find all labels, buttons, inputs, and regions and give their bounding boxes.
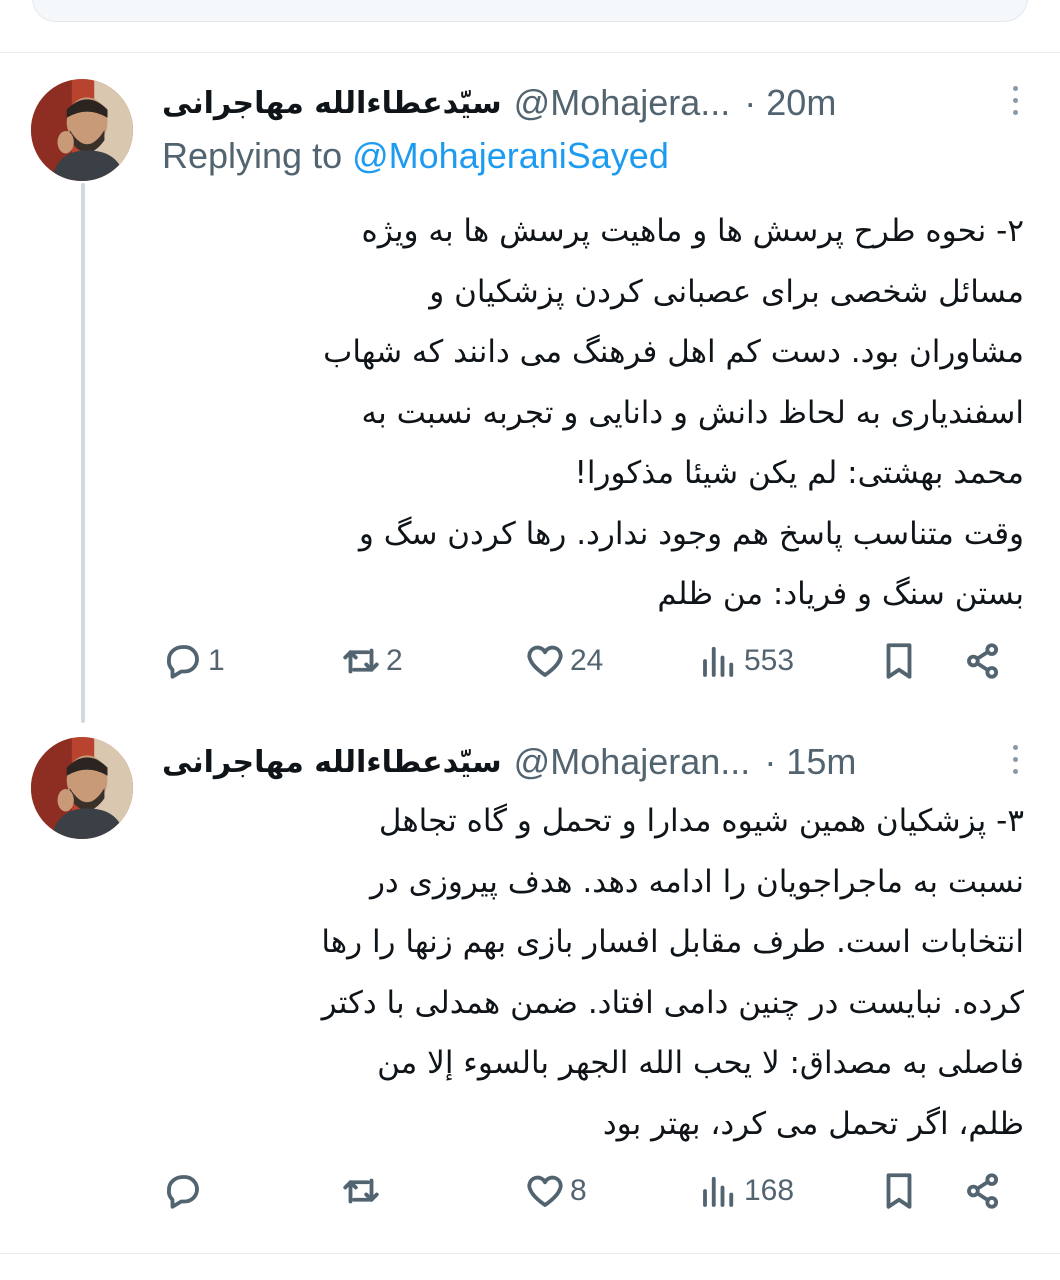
previous-tweet-card	[32, 0, 1028, 22]
heart-icon	[527, 1175, 563, 1207]
bookmark-icon	[886, 643, 912, 679]
avatar[interactable]	[31, 737, 133, 839]
tweet[interactable]: سیّدعطاءالله مهاجرانی @Mohajeran... · 15…	[0, 723, 1060, 1253]
author-name[interactable]: سیّدعطاءالله مهاجرانی	[162, 86, 502, 121]
tweet-text-line: فاصلی به مصداق: لا یحب الله الجهر بالسوء…	[377, 1045, 1024, 1081]
author-handle[interactable]: @Mohajeran...	[514, 741, 751, 783]
more-icon[interactable]	[1010, 86, 1020, 120]
tweet-actions: 8 168	[162, 1168, 1020, 1214]
tweet-actions: 1 2 24 553	[162, 638, 1020, 684]
tweet-header: سیّدعطاءالله مهاجرانی @Mohajera... · 20m	[162, 78, 1030, 128]
author-handle[interactable]: @Mohajera...	[514, 82, 731, 124]
share-icon	[967, 643, 999, 679]
tweet-text-line: ۳- پزشکیان همین شیوه مدارا و تحمل و گاه …	[378, 803, 1024, 839]
tweet-text-line: ظلم، اگر تحمل می کرد، بهتر بود	[602, 1105, 1024, 1142]
tweet-text-line: کرده. نبایست در چنین دامی افتاد. ضمن همد…	[321, 984, 1024, 1021]
tweet-header: سیّدعطاءالله مهاجرانی @Mohajeran... · 15…	[162, 737, 1030, 787]
tweet-text-line: نسبت به ماجراجویان را ادامه دهد. هدف پیر…	[369, 863, 1024, 900]
bookmark-button[interactable]	[878, 1168, 920, 1214]
reply-count: 1	[208, 644, 225, 677]
author-name[interactable]: سیّدعطاءالله مهاجرانی	[162, 745, 502, 780]
tweet[interactable]: سیّدعطاءالله مهاجرانی @Mohajera... · 20m…	[0, 53, 1060, 723]
tweet-text-line: مشاوران بود. دست کم اهل فرهنگ می دانند ک…	[323, 334, 1024, 370]
reply-button[interactable]	[162, 1168, 208, 1214]
tweet-timestamp[interactable]: · 15m	[764, 741, 856, 783]
divider	[0, 1253, 1060, 1254]
like-count: 24	[570, 644, 604, 677]
avatar[interactable]	[31, 79, 133, 181]
tweet-text: ۲- نحوه طرح پرسش ها و ماهیت پرسش ها به و…	[160, 201, 1024, 625]
views-button[interactable]: 553	[698, 638, 794, 684]
like-button[interactable]: 24	[524, 638, 603, 684]
share-button[interactable]	[962, 1168, 1004, 1214]
views-count: 168	[744, 1174, 795, 1207]
replying-mention[interactable]: @MohajeraniSayed	[352, 135, 669, 176]
avatar-photo	[31, 737, 133, 839]
share-icon	[967, 1173, 999, 1209]
reply-button[interactable]: 1	[162, 638, 225, 684]
tweet-text-line: ۲- نحوه طرح پرسش ها و ماهیت پرسش ها به و…	[361, 213, 1024, 249]
reply-icon	[166, 645, 199, 679]
retweet-icon	[343, 1178, 379, 1204]
retweet-button[interactable]	[340, 1168, 386, 1214]
tweet-text-line: محمد بهشتی: لم یکن شیئا مذکورا!	[574, 455, 1025, 491]
share-button[interactable]	[962, 638, 1004, 684]
bookmark-icon	[886, 1173, 912, 1209]
tweet-text-line: اسفندیاری به لحاظ دانش و دانایی و تجربه …	[361, 394, 1025, 431]
bookmark-button[interactable]	[878, 638, 920, 684]
views-count: 553	[744, 644, 795, 677]
tweet-text-line: وقت متناسب پاسخ هم وجود ندارد. رها کردن …	[358, 515, 1024, 552]
reply-icon	[166, 1175, 199, 1209]
more-icon[interactable]	[1010, 745, 1020, 779]
tweet-timestamp[interactable]: · 20m	[744, 82, 836, 124]
replying-to: Replying to @MohajeraniSayed	[162, 135, 669, 177]
avatar-photo	[31, 79, 133, 181]
tweet-text-line: مسائل شخصی برای عصبانی کردن پزشکیان و	[429, 273, 1024, 310]
heart-icon	[527, 645, 563, 677]
like-button[interactable]: 8	[524, 1168, 587, 1214]
views-icon	[703, 1176, 734, 1207]
retweet-icon	[343, 648, 379, 674]
tweet-text: ۳- پزشکیان همین شیوه مدارا و تحمل و گاه …	[160, 791, 1024, 1154]
views-button[interactable]: 168	[698, 1168, 794, 1214]
replying-prefix: Replying to	[162, 135, 343, 176]
like-count: 8	[570, 1174, 587, 1207]
tweet-text-line: انتخابات است. طرف مقابل افسار بازی بهم ز…	[321, 924, 1024, 960]
views-icon	[703, 646, 734, 677]
retweet-count: 2	[386, 644, 403, 677]
retweet-button[interactable]: 2	[340, 638, 403, 684]
tweet-text-line: بستن سنگ و فریاد: من ظلم	[657, 576, 1024, 612]
thread-line	[81, 183, 85, 723]
